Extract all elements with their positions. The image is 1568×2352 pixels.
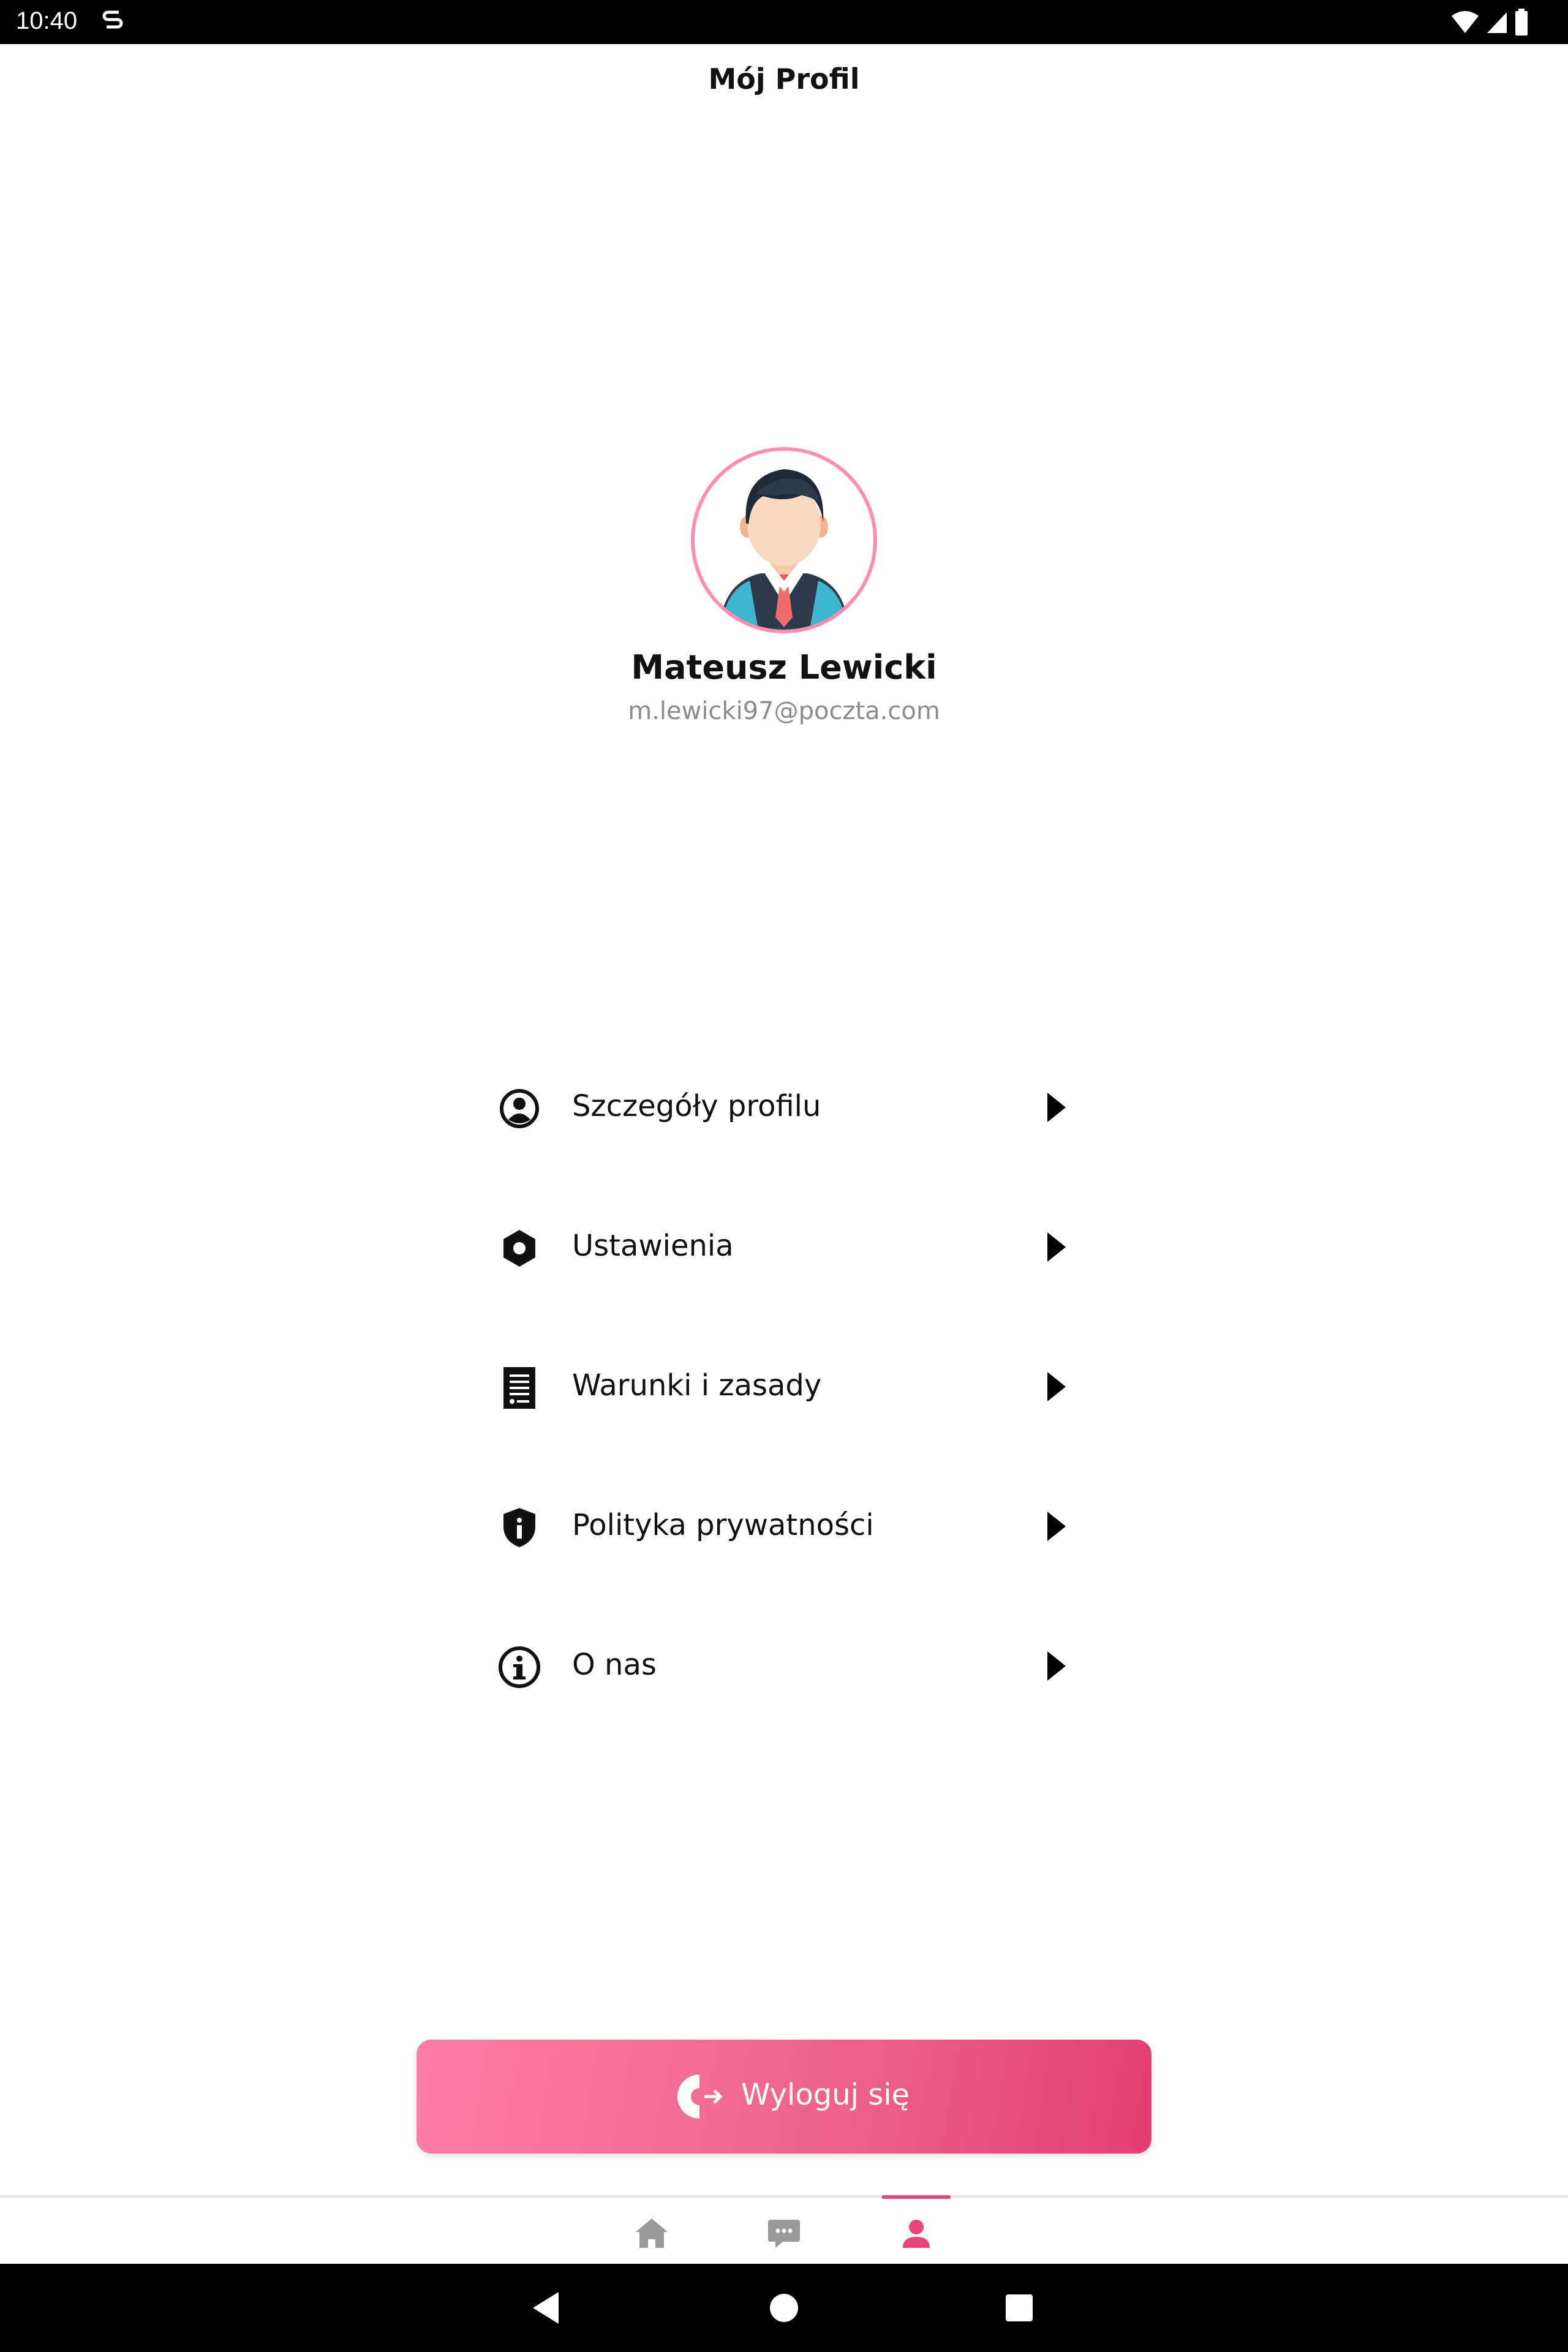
logout-button[interactable]: Wyloguj się — [417, 2040, 1152, 2154]
chat-icon — [768, 2220, 800, 2248]
menu-item-label: Szczegóły profilu — [572, 1089, 821, 1123]
logout-label: Wyloguj się — [741, 2078, 910, 2112]
arrow-right-icon — [1047, 1372, 1066, 1401]
businessman-avatar-icon — [719, 469, 849, 630]
notification-s-icon — [102, 10, 123, 29]
arrow-right-icon — [1047, 1512, 1066, 1541]
nav-profile[interactable] — [880, 2195, 953, 2266]
menu-item-terms[interactable]: Warunki i zasady — [490, 1343, 1078, 1428]
system-nav-bar — [0, 2264, 1568, 2352]
menu-item-settings[interactable]: Ustawienia — [490, 1203, 1078, 1289]
arrow-right-icon — [1047, 1232, 1066, 1262]
active-tab-indicator — [882, 2195, 951, 2199]
document-icon — [503, 1367, 535, 1409]
bottom-nav — [0, 2195, 1568, 2266]
menu-item-profile-details[interactable]: Szczegóły profilu — [490, 1063, 1078, 1149]
status-time: 10:40 — [16, 7, 78, 34]
shield-info-icon — [503, 1508, 535, 1547]
menu-item-label: Ustawienia — [572, 1229, 734, 1263]
nav-chat[interactable] — [747, 2198, 821, 2266]
info-circle-icon — [499, 1646, 540, 1688]
page-title: Mój Profil — [708, 62, 860, 96]
battery-icon — [1515, 9, 1528, 36]
status-bar: 10:40 — [0, 0, 1568, 44]
profile-email: m.lewicki97@poczta.com — [628, 697, 940, 725]
home-circle-icon[interactable] — [762, 2286, 806, 2330]
menu-item-label: O nas — [572, 1648, 657, 1682]
avatar — [691, 447, 877, 633]
menu-item-privacy[interactable]: Polityka prywatności — [490, 1482, 1078, 1568]
logout-icon — [677, 2075, 723, 2119]
nav-home[interactable] — [615, 2198, 688, 2266]
signal-icon — [1487, 12, 1507, 33]
wifi-icon — [1452, 11, 1479, 33]
profile-name: Mateusz Lewicki — [631, 648, 937, 687]
home-icon — [636, 2218, 668, 2248]
arrow-right-icon — [1047, 1093, 1066, 1122]
profile-icon — [903, 2220, 930, 2248]
settings-hexagon-icon — [503, 1230, 535, 1267]
arrow-right-icon — [1047, 1651, 1066, 1681]
account-circle-icon — [500, 1089, 539, 1128]
status-icons — [1450, 9, 1529, 36]
menu-item-label: Warunki i zasady — [572, 1368, 822, 1403]
menu-item-about[interactable]: O nas — [490, 1622, 1078, 1708]
recents-icon[interactable] — [997, 2286, 1041, 2330]
back-icon[interactable] — [524, 2286, 568, 2330]
menu-item-label: Polityka prywatności — [572, 1508, 874, 1542]
